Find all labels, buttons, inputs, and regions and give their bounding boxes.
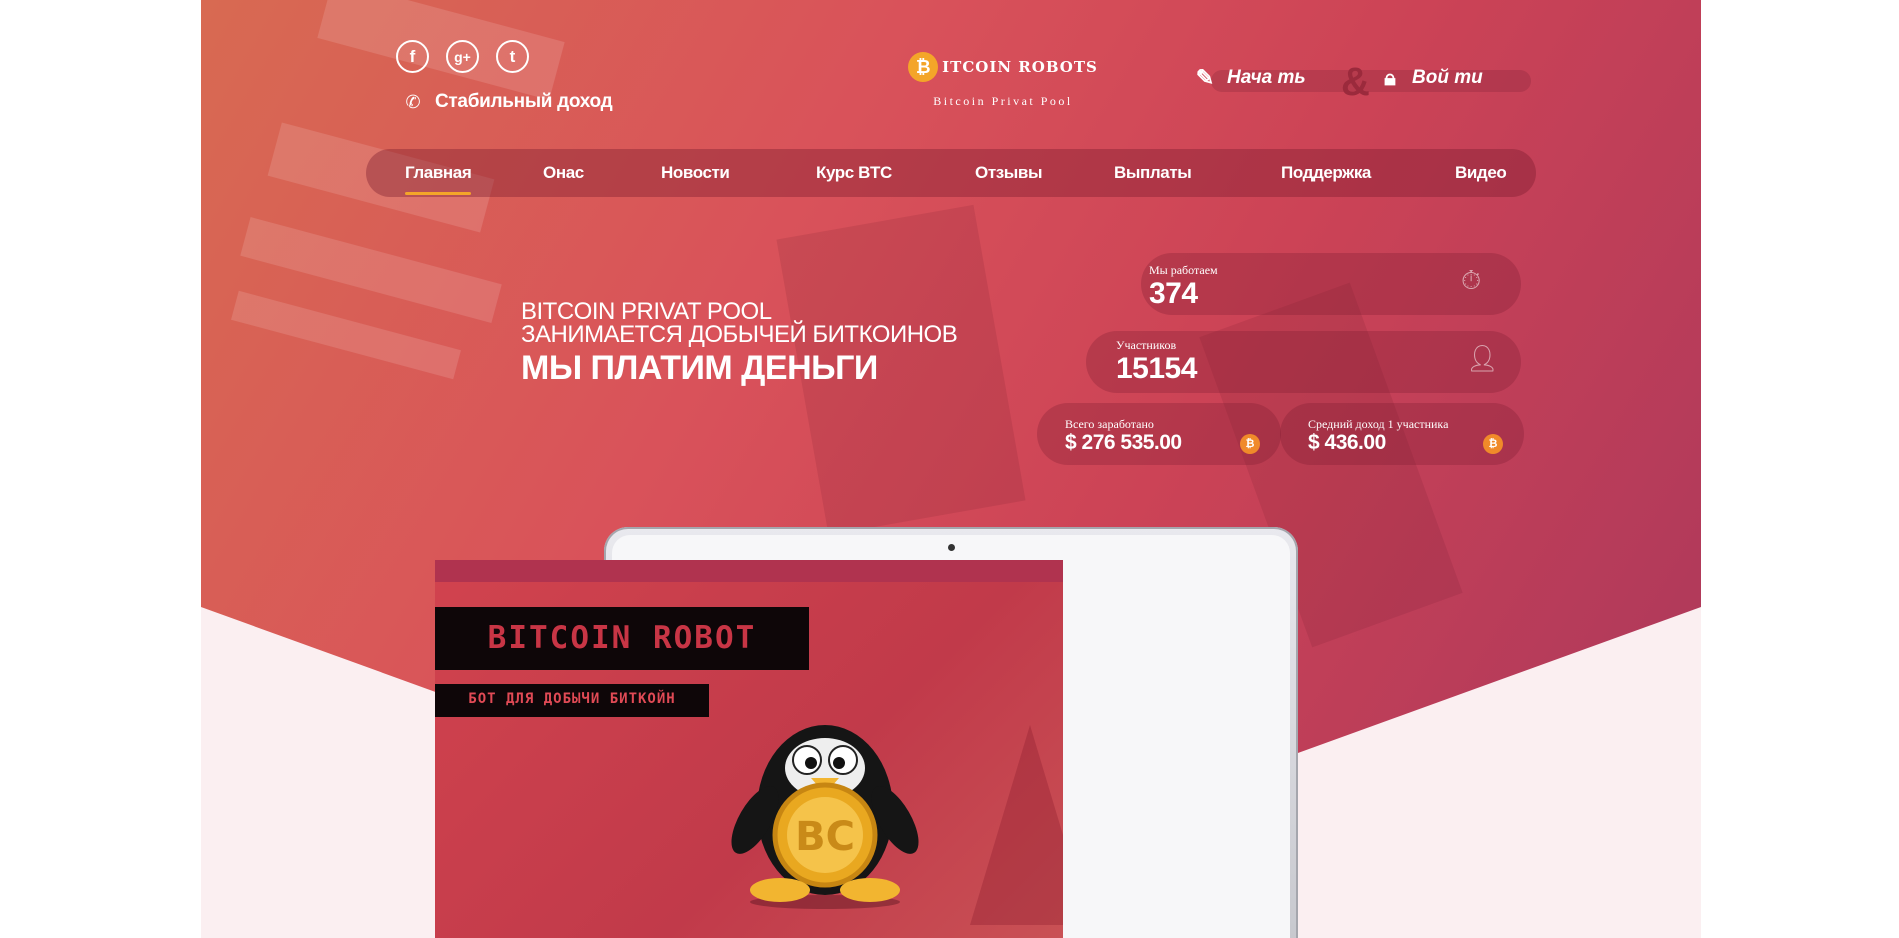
register-link[interactable]: ✎ Нача ть [1191,64,1306,92]
coin-icon: ₿ [1483,434,1503,454]
nav-item-home[interactable]: Главная [405,163,472,195]
penguin-mascot: BC [731,725,919,909]
stat-days-value: 374 [1149,277,1198,310]
stopwatch-icon: ⏱ [1461,265,1482,295]
stat-avg-value: $ 436.00 [1308,431,1386,454]
stat-members-value: 15154 [1116,352,1197,385]
bitcoin-icon: ₿ [908,52,939,82]
screen-top-strip [435,560,1063,582]
stat-days-label: Мы работаем [1149,263,1218,277]
penguin-foot-left [750,878,810,902]
stat-total-earned: Всего заработано $ 276 535.00 ₿ [1037,403,1281,465]
slogan: ✆ Стабильный доход [401,89,612,115]
auth-links: ✎ Нача ть & 🔒︎ Вой ти [1191,60,1531,104]
stat-total-label: Всего заработано [1065,417,1154,431]
penguin-foot-right [840,878,900,902]
logo-subtitle: Bitcoin Privat Pool [933,94,1073,108]
stat-members: Участников 15154 👤︎ [1086,331,1521,393]
ampersand: & [1341,60,1370,104]
laptop-screen: BITCOIN ROBOT БОТ ДЛЯ ДОБЫЧИ БИТКОЙН BC [435,560,1063,938]
login-link[interactable]: 🔒︎ Вой ти [1376,64,1483,92]
stat-avg-label: Средний доход 1 участника [1308,417,1449,431]
stat-members-label: Участников [1116,338,1177,352]
nav-item-news[interactable]: Новости [661,163,730,183]
headline-line-3: МЫ ПЛАТИМ ДЕНЬГИ [521,349,878,387]
facebook-icon[interactable]: f [396,40,429,73]
nav-item-support[interactable]: Поддержка [1281,163,1371,183]
nav-item-payouts[interactable]: Выплаты [1114,163,1192,183]
screen-banner-subtitle: БОТ ДЛЯ ДОБЫЧИ БИТКОЙН [435,684,709,717]
stat-total-value: $ 276 535.00 [1065,431,1182,454]
nav-item-btc-rate[interactable]: Курс BTC [816,163,892,183]
screen-banner-title-text: BITCOIN ROBOT [487,620,757,656]
twitter-icon[interactable]: t [496,40,529,73]
stat-avg-income: Средний доход 1 участника $ 436.00 ₿ [1280,403,1524,465]
nav-item-video[interactable]: Видео [1455,163,1507,183]
lock-icon: 🔒︎ [1384,65,1396,90]
headline-line-1: BITCOIN PRIVAT POOL [521,298,772,325]
coin-icon: ₿ [1240,434,1260,454]
register-label: Нача ть [1227,67,1306,88]
pencil-icon: ✎ [1195,65,1215,90]
nav-item-about[interactable]: Онас [543,163,584,183]
screen-banner-subtitle-text: БОТ ДЛЯ ДОБЫЧИ БИТКОЙН [468,691,676,707]
penguin-pupil-left [805,757,817,769]
nav-item-reviews[interactable]: Отзывы [975,163,1042,183]
phone-icon: ✆ [405,92,421,112]
penguin-pupil-right [833,757,845,769]
logo-title: ITCOIN ROBOTS [942,58,1098,76]
coin-text: BC [795,814,855,860]
laptop-camera [948,544,955,551]
screen-triangle [970,725,1063,925]
login-label: Вой ти [1412,67,1483,88]
slogan-text: Стабильный доход [435,91,613,112]
screen-banner-title: BITCOIN ROBOT [435,607,809,670]
user-icon: 👤︎ [1466,343,1500,373]
hero-headline: BITCOIN PRIVAT POOL ЗАНИМАЕТСЯ ДОБЫЧЕЙ Б… [521,298,958,390]
site-logo[interactable]: ₿ ITCOIN ROBOTS Bitcoin Privat Pool [853,52,1153,109]
google-plus-icon[interactable]: g+ [446,40,479,73]
headline-line-2: ЗАНИМАЕТСЯ ДОБЫЧЕЙ БИТКОИНОВ [521,321,958,348]
stat-days-working: Мы работаем 374 ⏱ [1141,253,1521,315]
main-nav: Главная Онас Новости Курс BTC Отзывы Вып… [366,149,1536,197]
